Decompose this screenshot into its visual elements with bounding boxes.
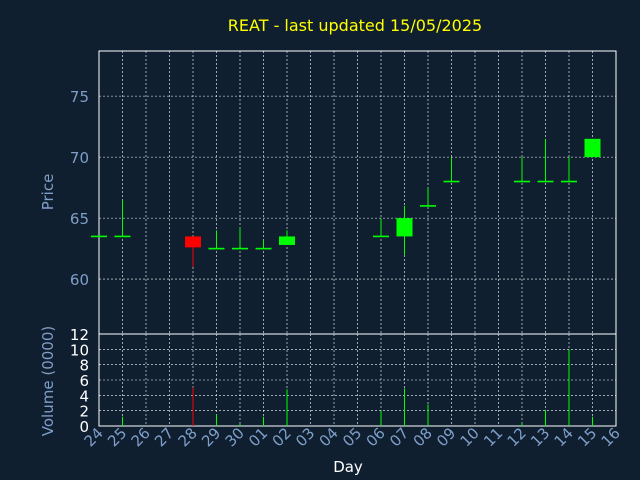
volume-tick-label: 2 — [79, 403, 89, 421]
price-tick-label: 60 — [70, 271, 89, 289]
chart-background — [0, 0, 640, 480]
candle-body — [279, 236, 295, 245]
price-axis-label: Price — [39, 174, 57, 211]
candle-body — [396, 218, 413, 237]
candle-body — [420, 205, 436, 207]
stock-chart: REAT - last updated 15/05/2025 60657075 … — [0, 0, 640, 480]
price-tick-label: 65 — [70, 210, 89, 228]
x-axis-label: Day — [333, 458, 363, 476]
price-tick-label: 70 — [70, 149, 89, 167]
candle-body — [373, 235, 389, 238]
candle-body — [91, 235, 107, 238]
candle-body — [255, 247, 272, 250]
candle-body — [114, 235, 131, 238]
volume-tick-label: 6 — [79, 372, 89, 390]
volume-tick-label: 12 — [70, 326, 89, 344]
price-tick-label: 75 — [70, 88, 89, 106]
candle-body — [185, 236, 201, 248]
candle-body — [584, 138, 601, 158]
candle-body — [537, 180, 554, 183]
chart-title: REAT - last updated 15/05/2025 — [228, 16, 482, 35]
candle-body — [561, 180, 577, 183]
volume-tick-label: 8 — [79, 357, 89, 375]
x-axis: 2425262728293001020304050607080910111213… — [81, 424, 624, 450]
candle-body — [443, 180, 460, 183]
candle-body — [208, 247, 225, 250]
candle-body — [514, 180, 530, 183]
volume-tick-label: 4 — [79, 387, 89, 405]
candle-body — [232, 247, 248, 250]
volume-axis-label: Volume (0000) — [39, 326, 57, 436]
volume-tick-label: 10 — [70, 341, 89, 359]
